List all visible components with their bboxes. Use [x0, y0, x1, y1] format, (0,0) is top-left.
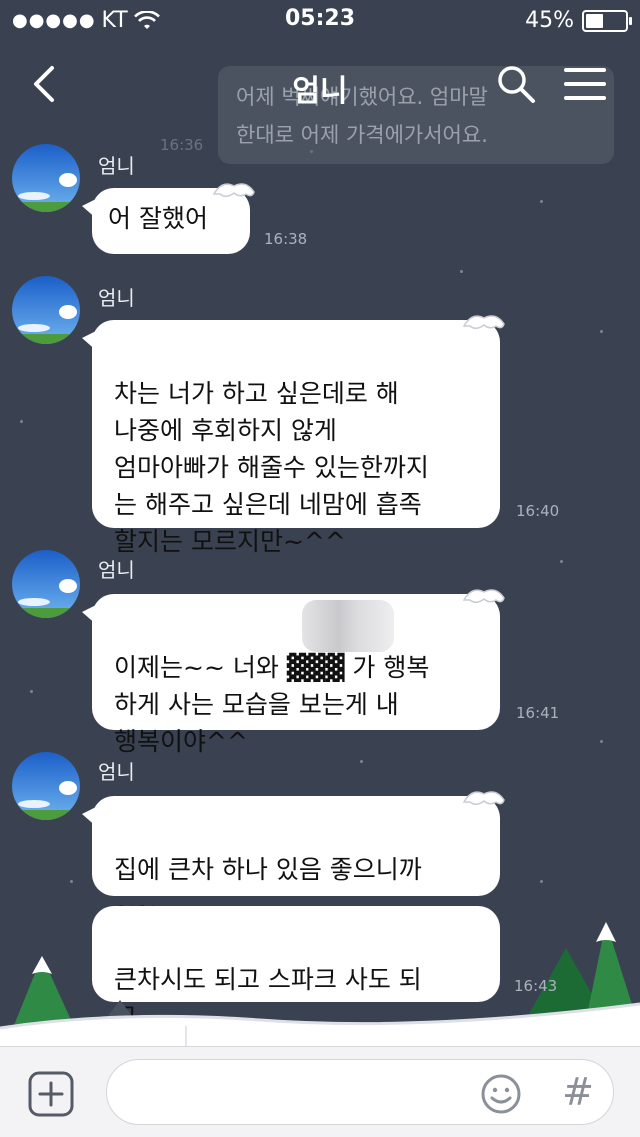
- message-bubble[interactable]: 차는 너가 하고 싶은데로 해 나중에 후회하지 않게 엄마아빠가 해줄수 있는…: [82, 315, 505, 556]
- sender-avatar[interactable]: [12, 550, 80, 618]
- sender-avatar[interactable]: [12, 144, 80, 212]
- battery-percent: 45%: [525, 8, 574, 33]
- message-input-bar: #: [0, 1046, 640, 1137]
- message-time: 16:38: [264, 230, 308, 248]
- snow-cap-decoration: [462, 791, 505, 805]
- battery-icon: [582, 9, 632, 32]
- snow-cap-decoration: [462, 315, 505, 329]
- hamburger-menu-icon[interactable]: [562, 64, 608, 104]
- hashtag-search-button[interactable]: #: [560, 1067, 596, 1117]
- sender-name: 엄니: [98, 558, 135, 582]
- smiley-icon[interactable]: [480, 1073, 522, 1115]
- preview-line-2: 한대로 어제 가격에가서어요.: [236, 123, 488, 147]
- snow-cap-decoration: [462, 589, 505, 603]
- winter-scenery-decoration: [0, 922, 640, 1050]
- message-time: 16:41: [516, 704, 560, 722]
- chat-title: 엄니: [292, 74, 348, 109]
- message-text: 차는 너가 하고 싶은데로 해 나중에 후회하지 않게 엄마아빠가 해줄수 있는…: [114, 379, 429, 556]
- plus-square-icon[interactable]: [28, 1071, 74, 1117]
- sender-avatar[interactable]: [12, 276, 80, 344]
- sender-name: 엄니: [98, 760, 135, 784]
- message-bubble[interactable]: 이제는~~ 너와 ▓▓▓ 가 행복 하게 사는 모습을 보는게 내 행복이야^^: [82, 589, 505, 756]
- message-bubble[interactable]: 집에 큰차 하나 있음 좋으니까 ~~: [82, 791, 505, 921]
- message-input[interactable]: [106, 1059, 614, 1125]
- message-bubble[interactable]: 어 잘했어: [82, 183, 255, 254]
- sender-name: 엄니: [98, 154, 135, 178]
- message-time: 16:40: [516, 502, 560, 520]
- message-text: 이제는~~ 너와 ▓▓▓ 가 행복 하게 사는 모습을 보는게 내 행복이야^^: [114, 653, 430, 756]
- message-text: 어 잘했어: [108, 204, 208, 233]
- battery-status: 45%: [525, 8, 632, 33]
- sender-name: 엄니: [98, 286, 135, 310]
- snow-cap-decoration: [212, 183, 255, 197]
- message-time: 16:43: [514, 977, 558, 995]
- blurred-name-redaction: [302, 600, 394, 652]
- sender-avatar[interactable]: [12, 752, 80, 820]
- status-bar: ●●●●● KT 05:23 45%: [0, 0, 640, 40]
- search-icon[interactable]: [494, 62, 538, 106]
- preview-time: 16:36: [160, 136, 204, 154]
- chat-header: 어제 벅써얘기했어요. 엄마말 한대로 어제 가격에가서어요. 16:36 엄니: [0, 40, 640, 164]
